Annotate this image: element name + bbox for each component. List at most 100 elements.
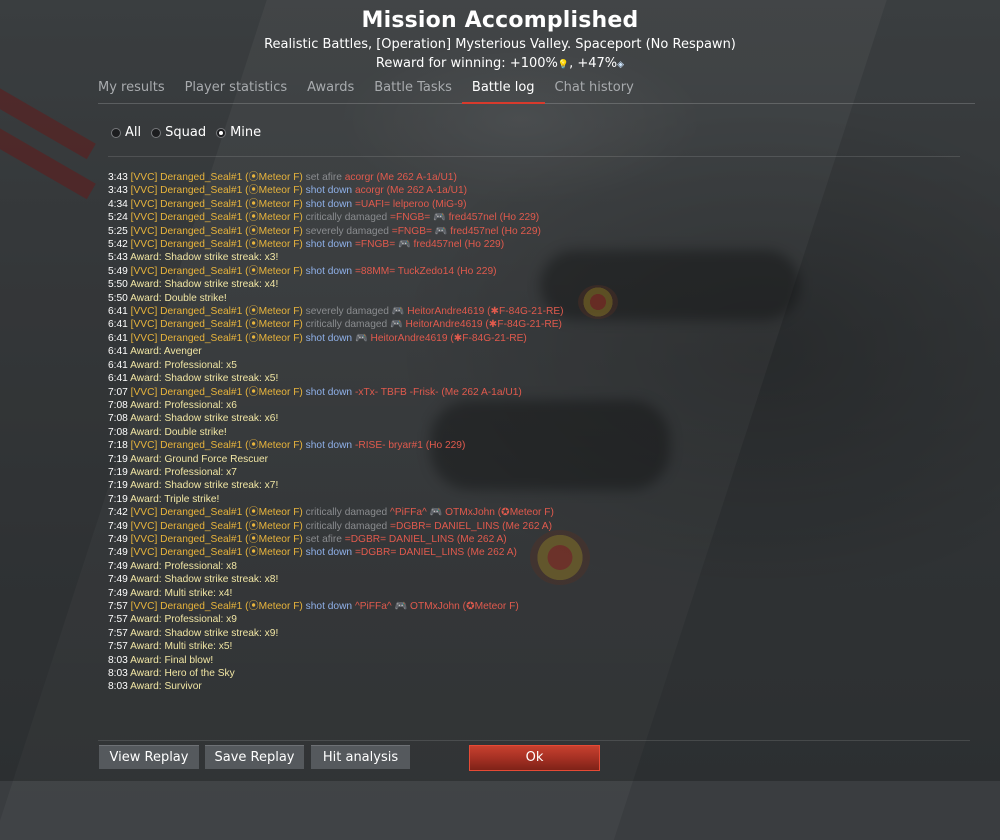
tab-awards[interactable]: Awards: [307, 77, 364, 102]
log-award: Award: Shadow strike streak: x7!: [130, 480, 279, 492]
save-replay-button[interactable]: Save Replay: [205, 745, 304, 769]
log-time: 5:42: [108, 239, 128, 251]
log-player: [VVC] Deranged_Seal#1 (⦿Meteor F): [130, 172, 303, 183]
log-player: [VVC] Deranged_Seal#1 (⦿Meteor F): [130, 386, 303, 398]
log-time: 7:08: [108, 426, 128, 438]
tab-my-results[interactable]: My results: [98, 77, 175, 102]
log-time: 7:42: [108, 507, 128, 519]
log-action: shot down: [305, 332, 353, 344]
log-time: 6:41: [108, 359, 128, 371]
log-action: shot down: [305, 440, 353, 452]
log-player: [VVC] Deranged_Seal#1 (⦿Meteor F): [130, 212, 303, 224]
log-action: shot down: [305, 198, 353, 210]
log-row-event: 5:24 [VVC] Deranged_Seal#1 (⦿Meteor F) c…: [108, 211, 968, 224]
log-award: Award: Shadow strike streak: x6!: [130, 413, 279, 425]
log-award: Award: Ground Force Rescuer: [130, 453, 269, 465]
log-player: [VVC] Deranged_Seal#1 (⦿Meteor F): [130, 332, 303, 344]
log-target: -RISE- bryar#1 (Ho 229): [354, 440, 466, 452]
log-action: severely damaged: [305, 306, 389, 318]
log-action: severely damaged: [305, 225, 389, 237]
log-award: Award: Professional: x9: [130, 614, 237, 626]
log-row-event: 7:49 [VVC] Deranged_Seal#1 (⦿Meteor F) s…: [108, 546, 968, 559]
reward-text-2: , +47%: [569, 56, 618, 71]
log-award: Award: Multi strike: x5!: [130, 641, 233, 653]
log-row-event: 6:41 [VVC] Deranged_Seal#1 (⦿Meteor F) c…: [108, 318, 968, 331]
log-time: 3:43: [108, 172, 128, 183]
log-row-award: 6:41 Award: Professional: x5: [108, 359, 968, 372]
log-award: Award: Triple strike!: [130, 493, 220, 505]
filter-label: Squad: [165, 125, 207, 140]
log-target: =FNGB= 🎮 fred457nel (Ho 229): [390, 212, 540, 224]
log-target: =DGBR= DANIEL_LINS (Me 262 A): [354, 547, 517, 559]
log-target: ^PiFFa^ 🎮 OTMxJohn (✪Meteor F): [354, 601, 519, 612]
log-action: shot down: [305, 601, 353, 612]
log-row-award: 7:19 Award: Ground Force Rescuer: [108, 453, 968, 466]
mission-subtitle: Realistic Battles, [Operation] Mysteriou…: [264, 37, 736, 52]
log-award: Award: Double strike!: [130, 426, 227, 438]
ok-button[interactable]: Ok: [469, 745, 600, 771]
log-row-event: 7:57 [VVC] Deranged_Seal#1 (⦿Meteor F) s…: [108, 600, 968, 613]
log-award: Award: Professional: x8: [130, 560, 237, 572]
view-replay-button[interactable]: View Replay: [99, 745, 199, 769]
hit-analysis-button[interactable]: Hit analysis: [311, 745, 410, 769]
log-time: 4:34: [108, 198, 128, 210]
filter-squad[interactable]: Squad: [151, 125, 206, 140]
log-time: 7:19: [108, 480, 128, 492]
log-player: [VVC] Deranged_Seal#1 (⦿Meteor F): [130, 198, 303, 210]
log-time: 7:19: [108, 466, 128, 478]
log-row-award: 5:43 Award: Shadow strike streak: x3!: [108, 251, 968, 264]
radio-icon: [151, 127, 162, 138]
log-time: 8:03: [108, 681, 128, 693]
log-player: [VVC] Deranged_Seal#1 (⦿Meteor F): [130, 507, 303, 519]
log-target: acorgr (Me 262 A-1a/U1): [344, 172, 457, 183]
log-row-event: 7:07 [VVC] Deranged_Seal#1 (⦿Meteor F) s…: [108, 386, 968, 399]
log-target: =88MM= TuckZedo14 (Ho 229): [354, 265, 497, 277]
log-time: 5:49: [108, 265, 128, 277]
log-row-event: 3:43 [VVC] Deranged_Seal#1 (⦿Meteor F) s…: [108, 184, 968, 197]
log-award: Award: Multi strike: x4!: [130, 587, 233, 599]
log-time: 7:19: [108, 453, 128, 465]
log-row-event: 7:42 [VVC] Deranged_Seal#1 (⦿Meteor F) c…: [108, 506, 968, 519]
tab-player-statistics[interactable]: Player statistics: [185, 77, 298, 102]
log-time: 7:07: [108, 386, 128, 398]
filter-mine[interactable]: Mine: [216, 125, 261, 140]
filter-all[interactable]: All: [111, 125, 141, 140]
log-action: shot down: [305, 386, 353, 398]
log-award: Award: Professional: x5: [130, 359, 237, 371]
divider: [98, 740, 970, 741]
log-time: 5:50: [108, 292, 128, 304]
log-time: 7:49: [108, 574, 128, 586]
tab-battle-tasks[interactable]: Battle Tasks: [374, 77, 462, 102]
log-time: 7:49: [108, 560, 128, 572]
tab-chat-history[interactable]: Chat history: [555, 77, 644, 102]
tab-battle-log[interactable]: Battle log: [461, 77, 545, 104]
divider: [108, 156, 960, 157]
log-target: 🎮 HeitorAndre4619 (✱F-84G-21-RE): [354, 332, 527, 344]
log-time: 7:49: [108, 547, 128, 559]
log-award: Award: Avenger: [130, 346, 202, 358]
log-row-award: 7:08 Award: Shadow strike streak: x6!: [108, 412, 968, 425]
log-row-event: 5:49 [VVC] Deranged_Seal#1 (⦿Meteor F) s…: [108, 265, 968, 278]
log-time: 5:24: [108, 212, 128, 224]
log-time: 6:41: [108, 319, 128, 331]
log-award: Award: Professional: x7: [130, 466, 237, 478]
log-target: =DGBR= DANIEL_LINS (Me 262 A): [390, 520, 552, 532]
log-target: =FNGB= 🎮 fred457nel (Ho 229): [391, 225, 541, 237]
log-action: critically damaged: [305, 507, 388, 519]
log-target: =DGBR= DANIEL_LINS (Me 262 A): [344, 533, 507, 545]
log-target: ^PiFFa^ 🎮 OTMxJohn (✪Meteor F): [390, 507, 554, 519]
log-row-award: 7:49 Award: Professional: x8: [108, 560, 968, 573]
log-row-award: 7:08 Award: Professional: x6: [108, 399, 968, 412]
log-award: Award: Shadow strike streak: x4!: [130, 279, 279, 291]
log-action: shot down: [305, 265, 353, 277]
log-row-event: 6:41 [VVC] Deranged_Seal#1 (⦿Meteor F) s…: [108, 305, 968, 318]
log-player: [VVC] Deranged_Seal#1 (⦿Meteor F): [130, 520, 303, 532]
log-time: 5:43: [108, 252, 128, 264]
log-time: 7:57: [108, 601, 128, 612]
log-award: Award: Shadow strike streak: x3!: [130, 252, 279, 264]
silver-lions-icon: ◈: [617, 60, 625, 70]
log-time: 7:18: [108, 440, 128, 452]
log-action: shot down: [305, 239, 353, 251]
log-time: 7:08: [108, 413, 128, 425]
log-action: critically damaged: [305, 319, 388, 331]
